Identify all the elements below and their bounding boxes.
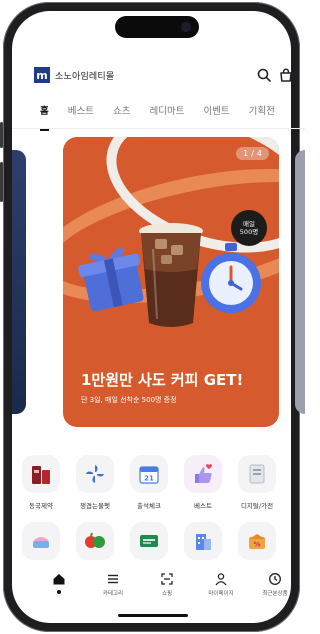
shopping-bag-icon[interactable]	[279, 68, 293, 82]
category-digital[interactable]: 디지털/가전	[230, 455, 284, 510]
category-label: 동국제약	[29, 502, 53, 510]
home-indicator	[118, 614, 188, 617]
nav-category[interactable]: 카테고리	[90, 572, 136, 606]
tab-best[interactable]: 베스트	[68, 103, 94, 125]
banner-counter-total: 4	[256, 149, 262, 158]
category-row: %	[14, 522, 284, 560]
tabs-divider	[12, 128, 305, 129]
category-cake[interactable]	[14, 522, 68, 560]
nav-label: 마이페이지	[208, 591, 234, 597]
thumbs-up-heart-icon	[184, 455, 222, 493]
green-tag-icon	[130, 522, 168, 560]
category-best[interactable]: 베스트	[176, 455, 230, 510]
search-icon[interactable]	[257, 68, 271, 82]
nav-mypage[interactable]: 마이페이지	[198, 572, 244, 606]
nav-recent[interactable]: 최근본상품	[252, 572, 298, 606]
calendar-icon: 21	[130, 455, 168, 493]
volume-button	[0, 162, 3, 202]
person-icon	[215, 573, 227, 586]
product-box-icon	[22, 455, 60, 493]
banner-title: 1만원만 사도 커피 GET!	[81, 371, 244, 389]
nav-home[interactable]	[36, 572, 82, 606]
category-green-tag[interactable]	[122, 522, 176, 560]
app-header: m 소노아임레티몰	[34, 64, 293, 86]
scan-icon	[161, 573, 173, 585]
banner-counter-current: 1	[243, 149, 249, 158]
category-dongkook[interactable]: 동국제약	[14, 455, 68, 510]
nav-shopping[interactable]: 쇼핑	[144, 572, 190, 606]
sale-box-icon: %	[238, 522, 276, 560]
clock-icon	[269, 573, 281, 585]
banner-subtitle: 단 3일, 매일 선착순 500명 증정	[81, 396, 177, 404]
category-label: 디지털/가전	[240, 502, 274, 510]
tab-event[interactable]: 이벤트	[203, 103, 229, 125]
nav-active-dot	[57, 590, 61, 594]
category-row: 동국제약 쟁겹는물펫 21 출석체크 베스트 디지털/가전	[14, 455, 284, 510]
category-tabs: 홈 베스트 쇼츠 레디마트 이벤트 기획전	[40, 103, 300, 131]
brand-name[interactable]: 소노아임레티몰	[55, 69, 114, 82]
cake-icon	[22, 522, 60, 560]
category-pet[interactable]: 쟁겹는물펫	[68, 455, 122, 510]
nav-label: 카테고리	[102, 591, 124, 597]
category-sale-box[interactable]: %	[230, 522, 284, 560]
bottom-navigation: 카테고리 쇼핑 마이페이지 최근본상품	[36, 572, 298, 606]
nav-label: 최근본상품	[262, 591, 288, 597]
tab-home[interactable]: 홈	[40, 103, 49, 131]
nav-label: 쇼핑	[161, 591, 173, 597]
pinwheel-icon	[76, 455, 114, 493]
category-label: 베스트	[194, 502, 212, 510]
svg-text:21: 21	[144, 475, 154, 483]
category-attendance[interactable]: 21 출석체크	[122, 455, 176, 510]
badge-line-2: 500명	[239, 228, 259, 236]
brand-logo[interactable]: m	[34, 67, 50, 83]
banner-counter: 1 / 4	[236, 147, 269, 160]
category-label: 쟁겹는물펫	[80, 502, 110, 510]
appliance-icon	[238, 455, 276, 493]
svg-text:%: %	[253, 541, 260, 549]
tab-ready-mart[interactable]: 레디마트	[149, 103, 184, 125]
building-icon	[184, 522, 222, 560]
tab-shorts[interactable]: 쇼츠	[113, 103, 130, 125]
previous-banner[interactable]	[12, 150, 26, 414]
tab-special[interactable]: 기획전	[249, 103, 275, 125]
header-actions	[257, 68, 293, 82]
dynamic-island	[115, 16, 199, 38]
next-banner[interactable]	[295, 150, 305, 414]
camera-icon	[181, 22, 191, 32]
category-building[interactable]	[176, 522, 230, 560]
category-label: 출석체크	[137, 502, 161, 510]
daily-500-badge: 매일 500명	[231, 210, 267, 246]
home-icon	[53, 574, 65, 585]
stopwatch-illustration	[201, 243, 261, 313]
badge-line-1: 매일	[243, 220, 255, 228]
volume-button	[0, 122, 3, 148]
vegetables-icon	[76, 522, 114, 560]
banner-counter-separator: /	[251, 149, 254, 158]
category-vegetables[interactable]	[68, 522, 122, 560]
promo-banner[interactable]: 1 / 4 매일 500명 1만원만 사도 커피 GET! 단 3일, 매일 선…	[63, 137, 279, 427]
menu-icon	[108, 574, 118, 584]
